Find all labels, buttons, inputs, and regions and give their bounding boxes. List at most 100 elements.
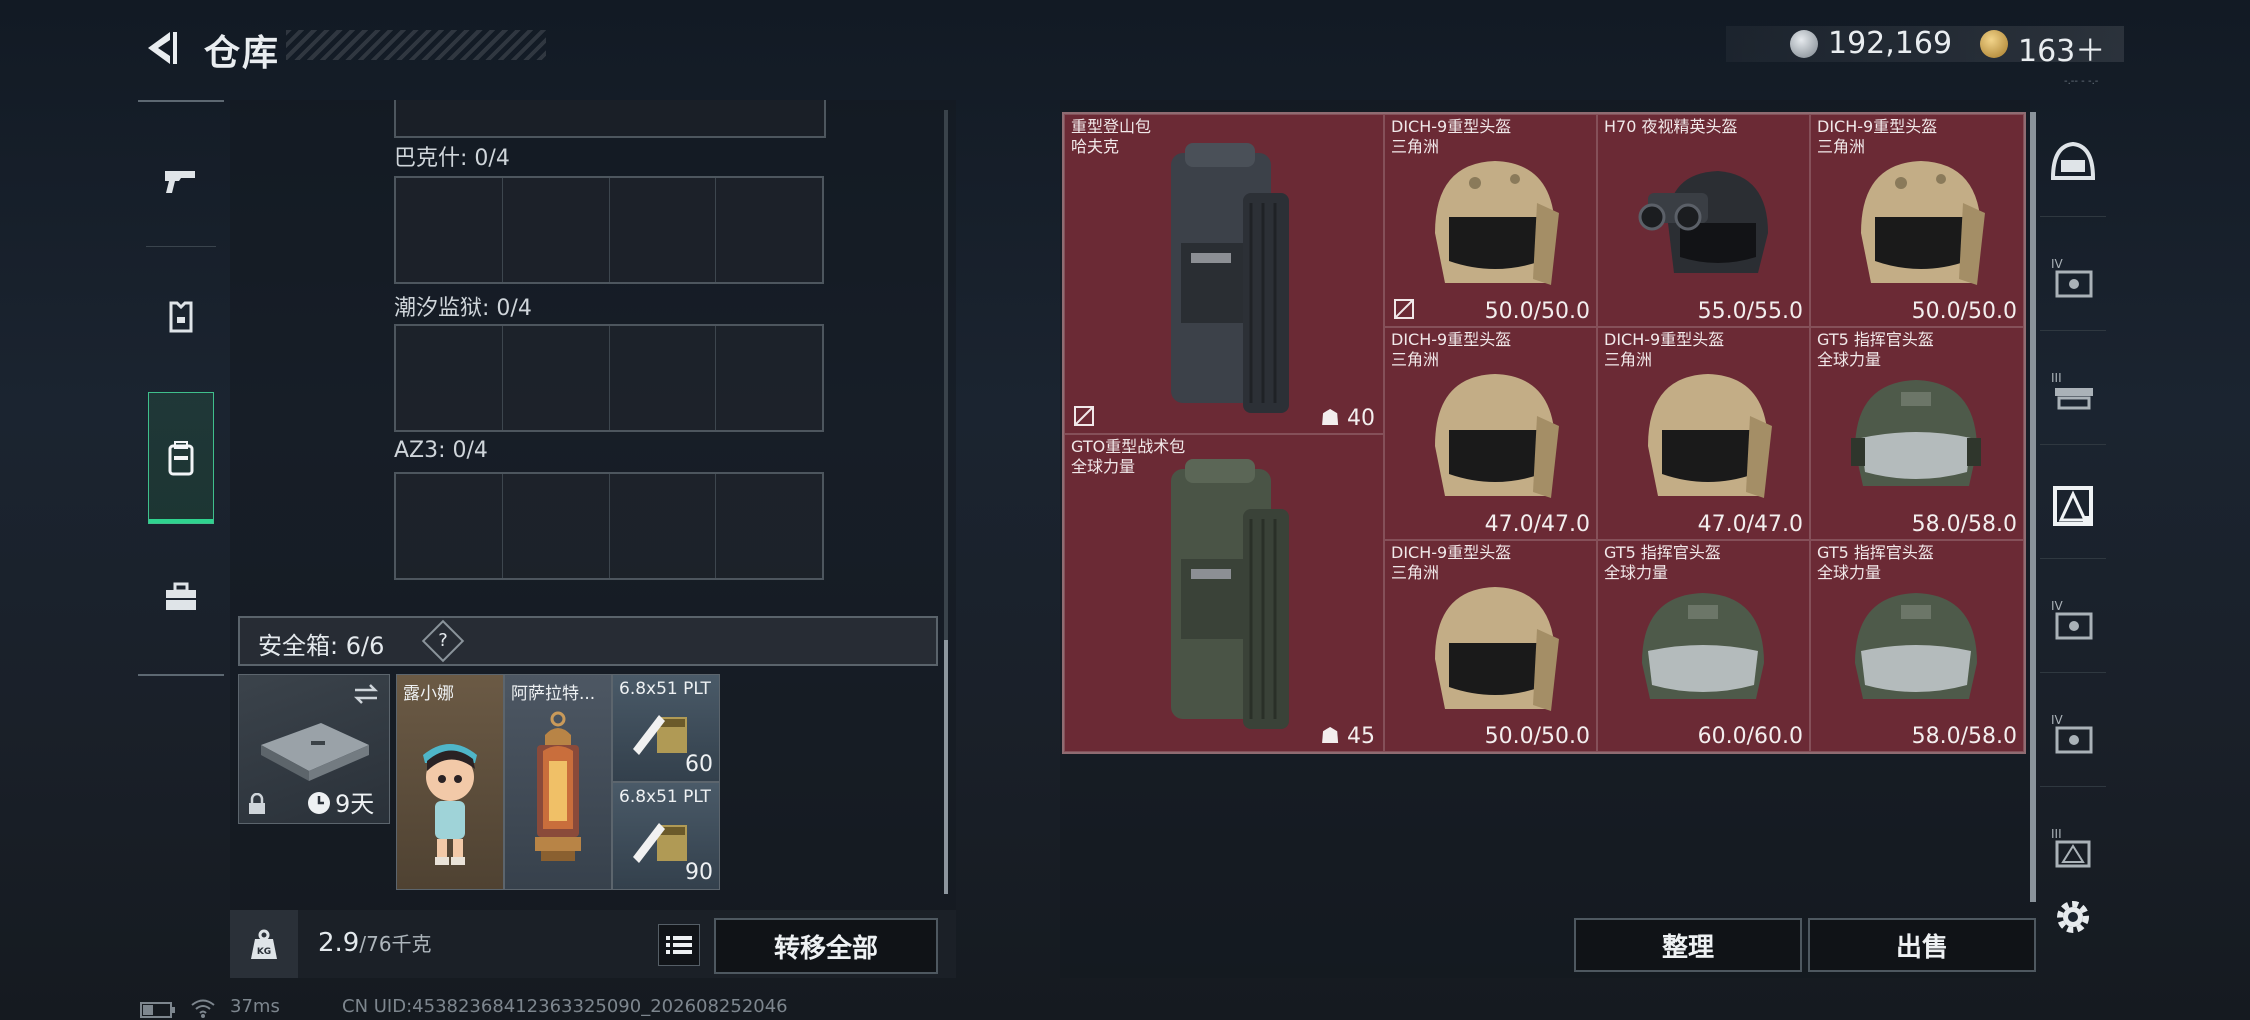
title-decor-stripe	[286, 30, 546, 60]
swap-icon[interactable]	[353, 683, 379, 705]
empty-slot[interactable]	[396, 178, 503, 282]
safebox-slot-ammo[interactable]: 6.8x51 PLT 90	[612, 782, 720, 890]
armor-icon	[169, 301, 193, 333]
help-glyph: ?	[438, 630, 448, 651]
item-grid: 重型登山包 哈夫克 ☗ 40 DICH-9重型头盔 三角洲 50.0/50.0 …	[1062, 112, 2026, 754]
tab-backpack[interactable]	[148, 392, 214, 524]
helmet-slot-icon	[2050, 141, 2096, 180]
sell-button[interactable]: 出售	[1808, 918, 2036, 972]
backpack-icon	[1171, 143, 1289, 413]
empty-slot[interactable]	[610, 474, 717, 578]
item-card[interactable]: GT5 指挥官头盔 全球力量 58.0/58.0	[1810, 327, 2024, 540]
capacity-icon: ☗	[1320, 724, 1340, 749]
item-durability: 50.0/50.0	[1911, 299, 2017, 324]
ping-text: 37ms	[230, 996, 280, 1017]
helmet-icon	[1435, 587, 1559, 711]
item-durability: 47.0/47.0	[1484, 512, 1590, 537]
item-durability: 50.0/50.0	[1484, 299, 1590, 324]
svg-text:IV: IV	[2051, 257, 2064, 271]
item-card[interactable]: GT5 指挥官头盔 全球力量 60.0/60.0	[1597, 540, 1810, 752]
item-name: 重型登山包 哈夫克	[1071, 117, 1152, 156]
item-name: GT5 指挥官头盔 全球力量	[1817, 543, 1934, 582]
gold-coin-icon	[1980, 30, 2008, 58]
safebox-slot-ammo[interactable]: 6.8x51 PLT 60	[612, 674, 720, 782]
safebox-slot-lantern[interactable]: 阿萨拉特...	[504, 674, 612, 890]
item-card[interactable]: DICH-9重型头盔 三角洲 50.0/50.0	[1810, 114, 2024, 327]
right-tab-armor-2[interactable]: IV	[2040, 568, 2106, 673]
currency-primary: 192,169	[1828, 26, 1953, 61]
battery-icon	[140, 1002, 175, 1018]
right-tab-backpack[interactable]	[2040, 454, 2106, 559]
right-tab-backpack-2[interactable]: III	[2040, 796, 2106, 900]
slot-label: 6.8x51 PLT	[619, 679, 711, 699]
empty-slot[interactable]	[396, 474, 503, 578]
safebox-case[interactable]: 9天	[238, 674, 390, 824]
commander-helmet-icon	[1851, 380, 1981, 486]
item-durability: 47.0/47.0	[1697, 512, 1803, 537]
commander-helmet-icon	[1855, 593, 1977, 699]
item-card[interactable]: GTO重型战术包 全球力量 ☗ 45	[1064, 434, 1384, 752]
item-card[interactable]: DICH-9重型头盔 三角洲 47.0/47.0	[1597, 327, 1810, 540]
sort-button[interactable]: 整理	[1574, 918, 1802, 972]
storage-group-box-partial	[394, 100, 826, 138]
item-card[interactable]: H70 夜视精英头盔 55.0/55.0	[1597, 114, 1810, 327]
case-timer: 9天	[335, 790, 375, 818]
tab-armor[interactable]	[138, 262, 224, 372]
storage-scroll-thumb[interactable]	[944, 640, 948, 894]
storage-group-slots[interactable]	[394, 472, 824, 580]
back-arrow-icon[interactable]	[140, 28, 180, 68]
slot-label: 露小娜	[403, 684, 454, 704]
storage-group-slots[interactable]	[394, 176, 824, 284]
right-tab-armor-3[interactable]: IV	[2040, 682, 2106, 787]
slot-count: 90	[685, 860, 713, 885]
item-card[interactable]: GT5 指挥官头盔 全球力量 58.0/58.0	[1810, 540, 2024, 752]
item-name: GT5 指挥官头盔 全球力量	[1817, 330, 1934, 369]
item-name: DICH-9重型头盔 三角洲	[1391, 543, 1512, 582]
backpack-tier-icon	[2053, 486, 2093, 526]
empty-slot[interactable]	[716, 178, 822, 282]
item-name: DICH-9重型头盔 三角洲	[1604, 330, 1725, 369]
backpack-icon	[168, 441, 194, 476]
item-name: GT5 指挥官头盔 全球力量	[1604, 543, 1721, 582]
safebox-label: 安全箱: 6/6	[258, 632, 385, 660]
right-tab-armor[interactable]: IV	[2040, 226, 2106, 331]
empty-slot[interactable]	[503, 326, 610, 430]
inventory-scrollbar[interactable]	[2030, 112, 2036, 902]
helmet-icon	[1861, 161, 1985, 285]
empty-slot[interactable]	[716, 474, 822, 578]
currency-secondary[interactable]: 163＋	[2018, 26, 2105, 70]
capacity-value: 40	[1347, 406, 1375, 431]
transfer-all-button[interactable]: 转移全部	[714, 918, 938, 974]
tab-toolbox[interactable]	[138, 542, 224, 652]
item-card[interactable]: DICH-9重型头盔 三角洲 47.0/47.0	[1384, 327, 1597, 540]
helmet-icon	[1648, 374, 1772, 498]
empty-slot[interactable]	[396, 326, 503, 430]
backpack-icon	[1171, 459, 1289, 729]
item-card[interactable]: DICH-9重型头盔 三角洲 50.0/50.0	[1384, 540, 1597, 752]
tab-divider	[146, 246, 216, 247]
storage-group-slots[interactable]	[394, 324, 824, 432]
capacity-value: 45	[1347, 724, 1375, 749]
kg-weight-icon: KG	[251, 929, 277, 959]
storage-group-label: 巴克什: 0/4	[394, 146, 510, 171]
empty-slot[interactable]	[610, 178, 717, 282]
item-card[interactable]: DICH-9重型头盔 三角洲 50.0/50.0	[1384, 114, 1597, 327]
empty-slot[interactable]	[503, 474, 610, 578]
help-icon[interactable]: ?	[421, 619, 465, 663]
rig-tier-iii-icon: III	[2051, 371, 2093, 410]
item-card[interactable]: 重型登山包 哈夫克 ☗ 40	[1064, 114, 1384, 434]
settings-gear-icon[interactable]	[2052, 896, 2094, 938]
right-tab-helmet[interactable]	[2040, 112, 2106, 217]
armor-tier-iv-icon: IV	[2051, 257, 2093, 298]
uid-text: CN UID:45382368412363325090_202608252046	[342, 996, 788, 1017]
list-view-button[interactable]	[658, 924, 700, 966]
svg-text:IV: IV	[2051, 599, 2064, 613]
empty-slot[interactable]	[503, 178, 610, 282]
ammo-icon	[633, 715, 687, 755]
empty-slot[interactable]	[716, 326, 822, 430]
tab-weapons[interactable]	[138, 126, 224, 236]
empty-slot[interactable]	[610, 326, 717, 430]
safebox-slot-doll[interactable]: 露小娜	[396, 674, 504, 890]
version-text: -.-- - -.-	[2064, 76, 2099, 87]
right-tab-rig[interactable]: III	[2040, 340, 2106, 445]
